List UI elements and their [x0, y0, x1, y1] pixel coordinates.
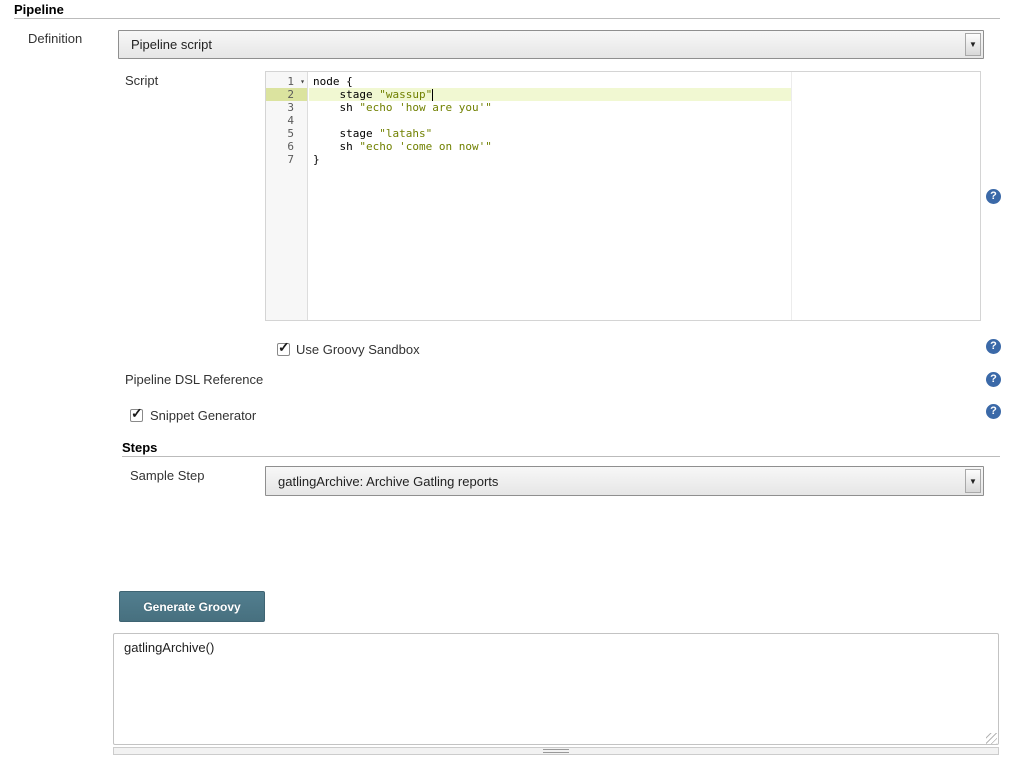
definition-dropdown-value: Pipeline script — [131, 31, 212, 58]
line-number[interactable]: 1▾ — [266, 75, 307, 88]
code-line[interactable]: node { — [309, 75, 980, 88]
script-editor[interactable]: 1▾234567 node { stage "wassup" sh "echo … — [265, 71, 981, 321]
sample-step-label: Sample Step — [130, 468, 204, 483]
code-token: } — [313, 153, 320, 166]
script-help-icon[interactable]: ? — [986, 189, 1001, 204]
pipeline-config-page: Pipeline Definition Pipeline script ▼ Sc… — [0, 0, 1014, 757]
line-number[interactable]: 7 — [266, 153, 307, 166]
text-cursor — [432, 89, 433, 101]
line-number[interactable]: 2 — [266, 88, 307, 101]
code-line[interactable]: stage "wassup" — [309, 88, 792, 101]
string-token: "echo 'how are you'" — [359, 101, 491, 114]
generate-groovy-button[interactable]: Generate Groovy — [119, 591, 265, 622]
fold-arrow-icon[interactable]: ▾ — [300, 75, 305, 88]
code-line[interactable]: sh "echo 'come on now'" — [309, 140, 980, 153]
string-token: "echo 'come on now'" — [359, 140, 491, 153]
string-token: "latahs" — [379, 127, 432, 140]
line-number[interactable]: 5 — [266, 127, 307, 140]
code-line[interactable]: sh "echo 'how are you'" — [309, 101, 980, 114]
line-number[interactable]: 6 — [266, 140, 307, 153]
editor-ruler — [791, 72, 792, 320]
code-token: node { — [313, 75, 353, 88]
steps-section-title: Steps — [122, 440, 157, 455]
steps-section-divider — [122, 456, 1000, 457]
script-label: Script — [125, 73, 158, 88]
snippet-generator-checkbox[interactable]: ✓ — [130, 409, 143, 422]
code-token: sh — [313, 101, 359, 114]
editor-gutter: 1▾234567 — [266, 72, 308, 320]
pipeline-section-divider — [14, 18, 1000, 19]
definition-label: Definition — [28, 31, 82, 46]
dsl-reference-help-icon[interactable]: ? — [986, 372, 1001, 387]
snippet-generator-label[interactable]: Snippet Generator — [150, 408, 256, 423]
use-groovy-sandbox-label[interactable]: Use Groovy Sandbox — [296, 342, 420, 357]
code-line[interactable]: } — [309, 153, 980, 166]
sample-step-dropdown-value: gatlingArchive: Archive Gatling reports — [278, 467, 498, 495]
checkmark-icon: ✓ — [131, 405, 143, 422]
string-token: "wassup" — [379, 88, 432, 101]
chevron-down-icon[interactable]: ▼ — [965, 33, 981, 56]
pipeline-dsl-reference-label[interactable]: Pipeline DSL Reference — [125, 372, 263, 387]
code-token: stage — [313, 127, 379, 140]
line-number[interactable]: 3 — [266, 101, 307, 114]
code-line[interactable]: stage "latahs" — [309, 127, 980, 140]
sample-step-dropdown[interactable]: gatlingArchive: Archive Gatling reports … — [265, 466, 984, 496]
editor-code-area[interactable]: node { stage "wassup" sh "echo 'how are … — [309, 72, 980, 320]
code-token: sh — [313, 140, 359, 153]
chevron-down-icon[interactable]: ▼ — [965, 469, 981, 493]
generated-groovy-textarea[interactable]: gatlingArchive() — [113, 633, 999, 745]
pipeline-section-title: Pipeline — [14, 2, 64, 17]
checkmark-icon: ✓ — [278, 339, 290, 356]
textarea-drag-handle[interactable] — [113, 747, 999, 755]
sandbox-help-icon[interactable]: ? — [986, 339, 1001, 354]
drag-grip-icon — [543, 749, 569, 753]
snippet-generator-help-icon[interactable]: ? — [986, 404, 1001, 419]
definition-dropdown[interactable]: Pipeline script ▼ — [118, 30, 984, 59]
use-groovy-sandbox-checkbox[interactable]: ✓ — [277, 343, 290, 356]
code-line[interactable] — [309, 114, 980, 127]
code-token: stage — [313, 88, 379, 101]
line-number[interactable]: 4 — [266, 114, 307, 127]
